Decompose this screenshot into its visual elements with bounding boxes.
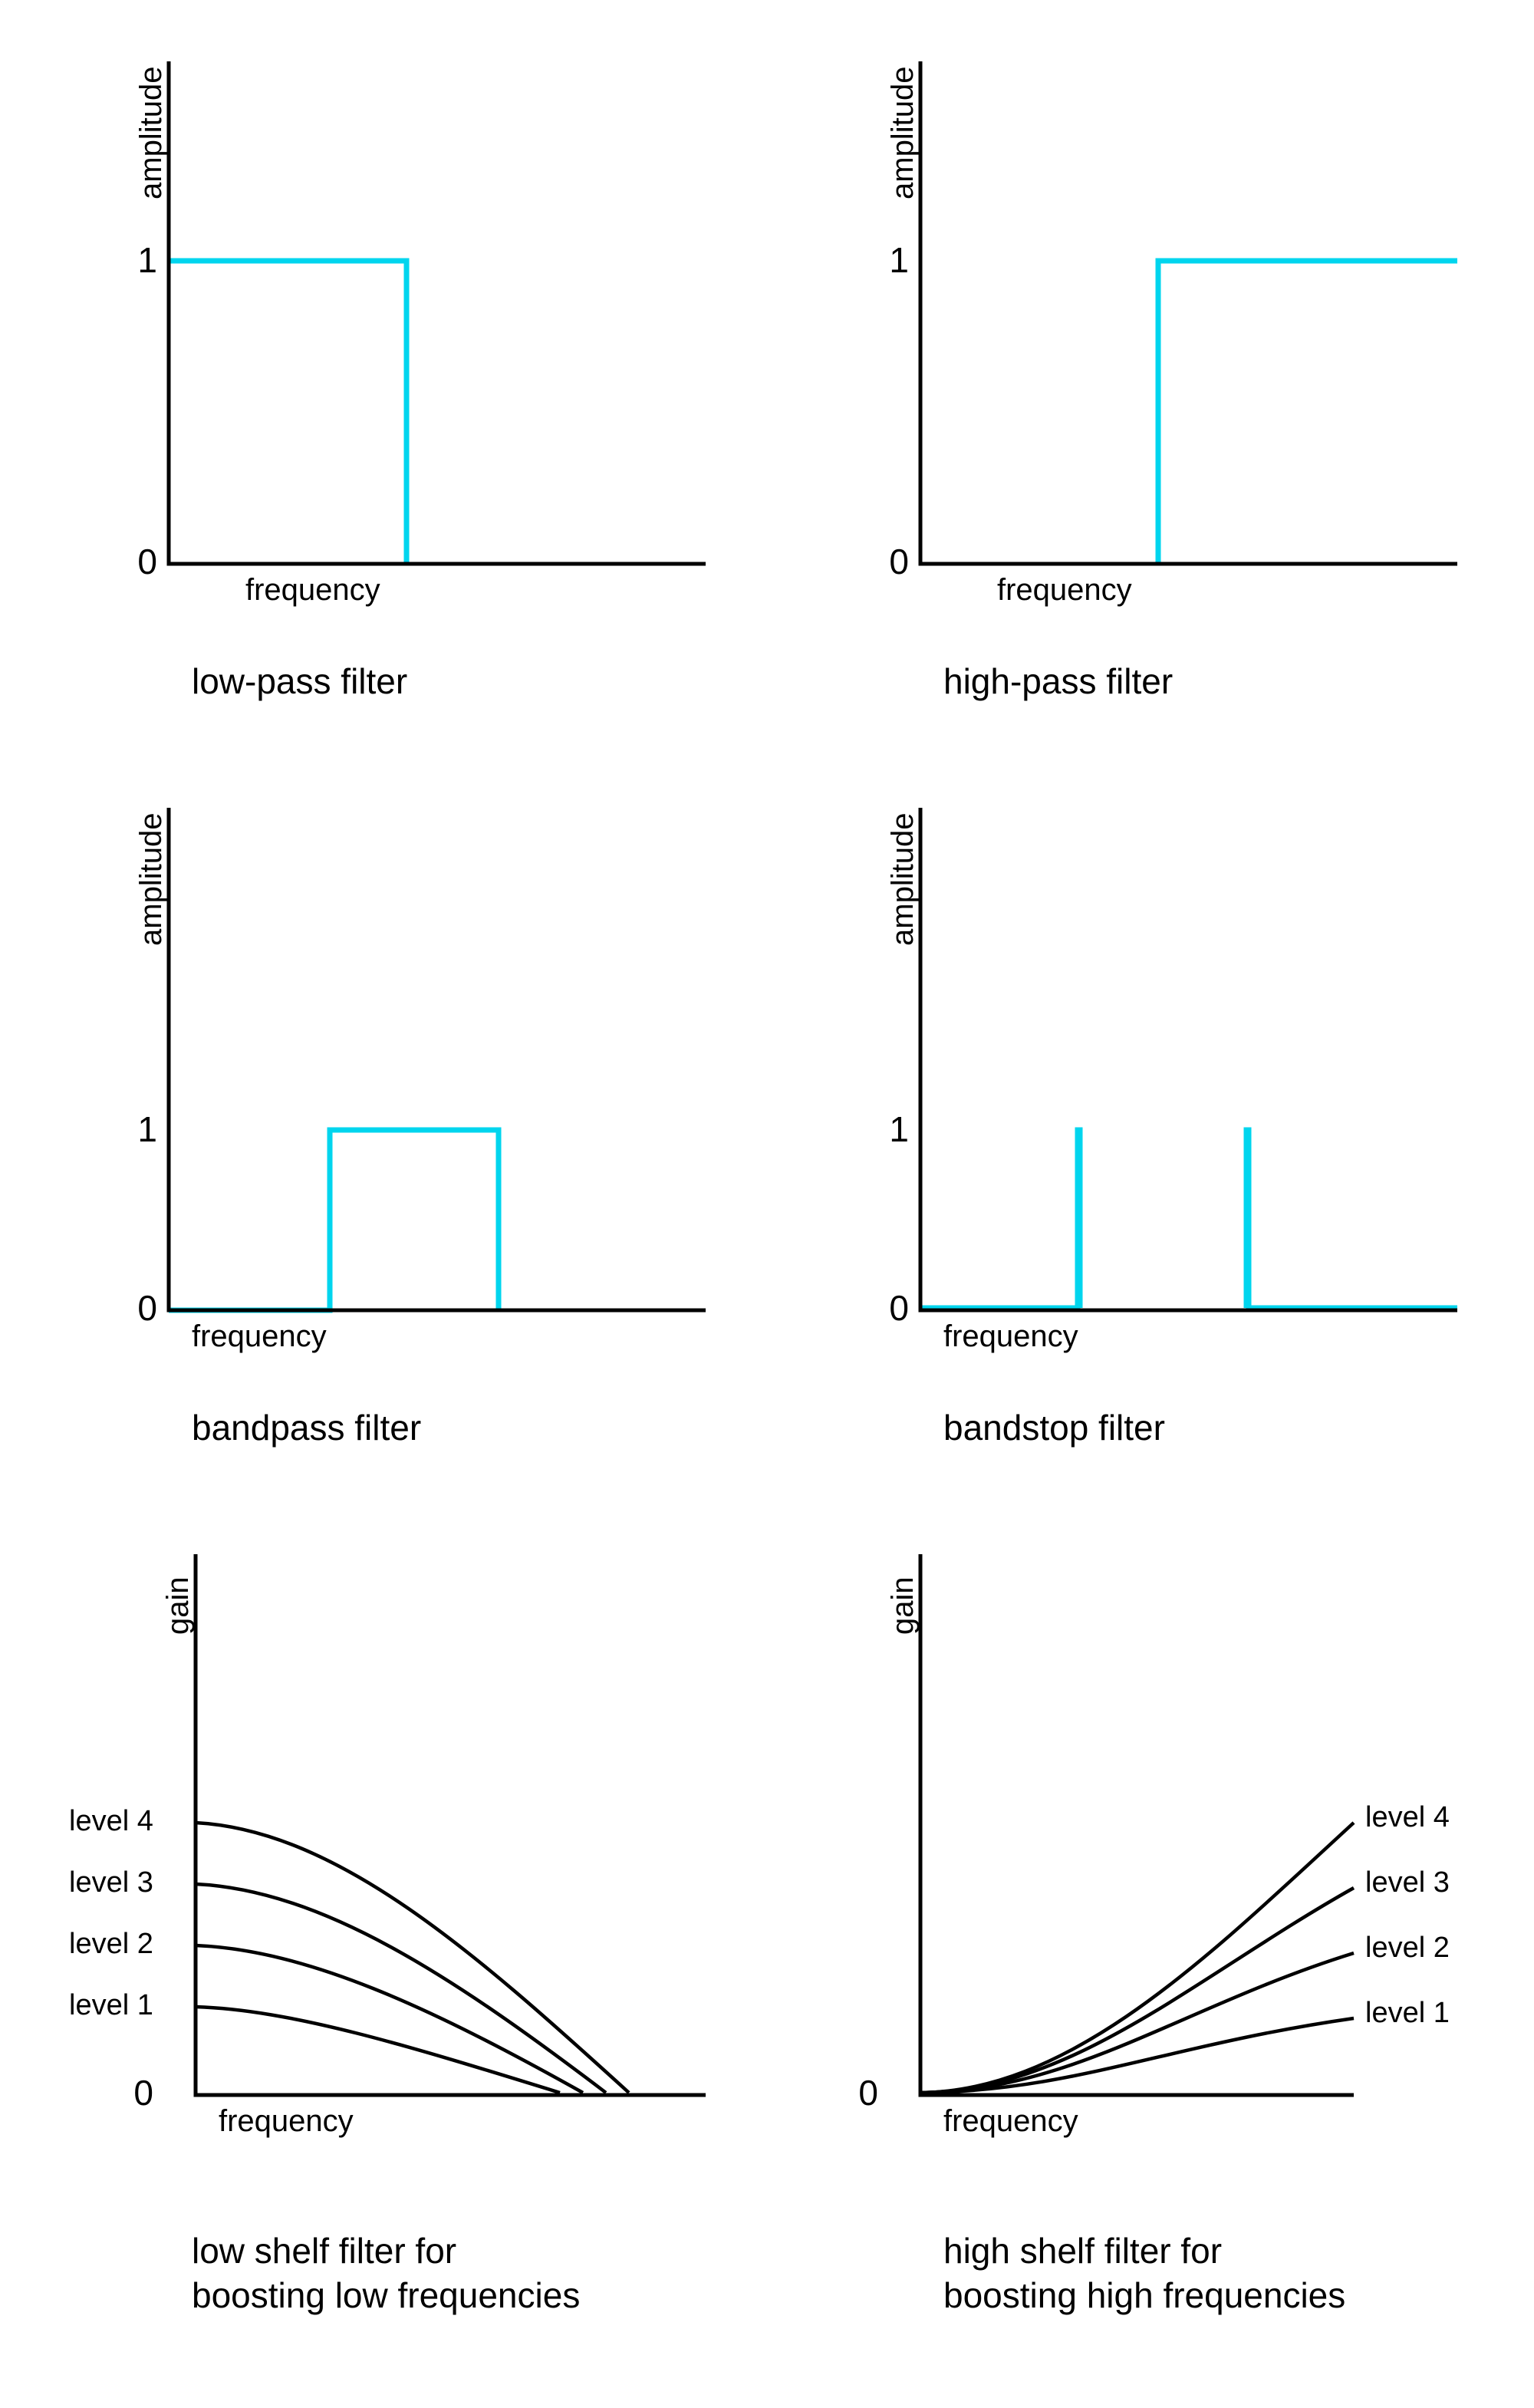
label-level2: level 2 bbox=[1365, 1932, 1450, 1964]
cell-highshelf: gain 0 frequency level 4 level 3 level 2… bbox=[798, 1524, 1488, 2347]
cell-bandpass: amplitude 1 0 frequency bandpass filter bbox=[46, 777, 736, 1493]
label-level1: level 1 bbox=[1365, 1997, 1450, 2029]
xlabel: frequency bbox=[192, 1319, 327, 1353]
axes bbox=[169, 808, 706, 1310]
ytick-0: 0 bbox=[137, 542, 157, 581]
bandpass-curve bbox=[169, 1130, 499, 1310]
ytick-1: 1 bbox=[889, 1109, 909, 1149]
lowshelf-level3 bbox=[196, 1884, 606, 2093]
ylabel: gain bbox=[161, 1576, 195, 1635]
label-level3: level 3 bbox=[1365, 1866, 1450, 1899]
label-level2: level 2 bbox=[69, 1928, 153, 1960]
xlabel: frequency bbox=[245, 573, 380, 607]
ylabel: amplitude bbox=[886, 813, 920, 946]
ytick-1: 1 bbox=[889, 240, 909, 280]
highpass-curve bbox=[1158, 261, 1457, 564]
cell-lowshelf: gain 0 frequency level 4 level 3 level 2… bbox=[46, 1524, 736, 2347]
xlabel: frequency bbox=[943, 1319, 1078, 1353]
xlabel: frequency bbox=[943, 2104, 1078, 2138]
chart-lowshelf: gain 0 frequency level 4 level 3 level 2… bbox=[46, 1524, 736, 2214]
page: amplitude 1 0 frequency low-pass filter … bbox=[0, 0, 1534, 2408]
bandstop-spike-1 bbox=[920, 1130, 1080, 1308]
cell-lowpass: amplitude 1 0 frequency low-pass filter bbox=[46, 31, 736, 746]
label-level3: level 3 bbox=[69, 1866, 153, 1899]
highshelf-level4 bbox=[920, 1823, 1354, 2093]
ylabel: amplitude bbox=[886, 67, 920, 199]
axes bbox=[920, 808, 1457, 1310]
highshelf-level1 bbox=[920, 2018, 1354, 2093]
lowshelf-level2 bbox=[196, 1945, 583, 2093]
ytick-0: 0 bbox=[889, 1288, 909, 1328]
label-level4: level 4 bbox=[1365, 1801, 1450, 1833]
axes bbox=[169, 61, 706, 564]
ytick-1: 1 bbox=[137, 240, 157, 280]
ylabel: gain bbox=[886, 1576, 920, 1635]
xlabel: frequency bbox=[997, 573, 1132, 607]
cell-highpass: amplitude 1 0 frequency high-pass filter bbox=[798, 31, 1488, 746]
caption-bandstop: bandstop filter bbox=[798, 1406, 1165, 1451]
xlabel: frequency bbox=[219, 2104, 354, 2138]
ylabel: amplitude bbox=[134, 67, 168, 199]
axes bbox=[920, 61, 1457, 564]
caption-lowshelf: low shelf filter for boosting low freque… bbox=[46, 2229, 580, 2317]
caption-lowpass: low-pass filter bbox=[46, 660, 407, 704]
caption-highpass: high-pass filter bbox=[798, 660, 1173, 704]
ylabel: amplitude bbox=[134, 813, 168, 946]
chart-grid: amplitude 1 0 frequency low-pass filter … bbox=[0, 0, 1534, 2408]
axes bbox=[920, 1554, 1354, 2095]
ytick-1: 1 bbox=[137, 1109, 157, 1149]
chart-highshelf: gain 0 frequency level 4 level 3 level 2… bbox=[798, 1524, 1488, 2214]
ytick-0: 0 bbox=[858, 2073, 878, 2113]
lowpass-curve bbox=[169, 261, 407, 564]
bandstop-spike-2 bbox=[1246, 1130, 1457, 1308]
ytick-0: 0 bbox=[137, 1288, 157, 1328]
chart-bandpass: amplitude 1 0 frequency bbox=[46, 777, 736, 1391]
ytick-0: 0 bbox=[889, 542, 909, 581]
caption-bandpass: bandpass filter bbox=[46, 1406, 421, 1451]
label-level4: level 4 bbox=[69, 1805, 153, 1837]
label-level1: level 1 bbox=[69, 1989, 153, 2021]
chart-highpass: amplitude 1 0 frequency bbox=[798, 31, 1488, 644]
chart-bandstop: amplitude 1 0 frequency bbox=[798, 777, 1488, 1391]
ytick-0: 0 bbox=[133, 2073, 153, 2113]
chart-lowpass: amplitude 1 0 frequency bbox=[46, 31, 736, 644]
caption-highshelf: high shelf filter for boosting high freq… bbox=[798, 2229, 1345, 2317]
cell-bandstop: amplitude 1 0 frequency bandstop filter bbox=[798, 777, 1488, 1493]
